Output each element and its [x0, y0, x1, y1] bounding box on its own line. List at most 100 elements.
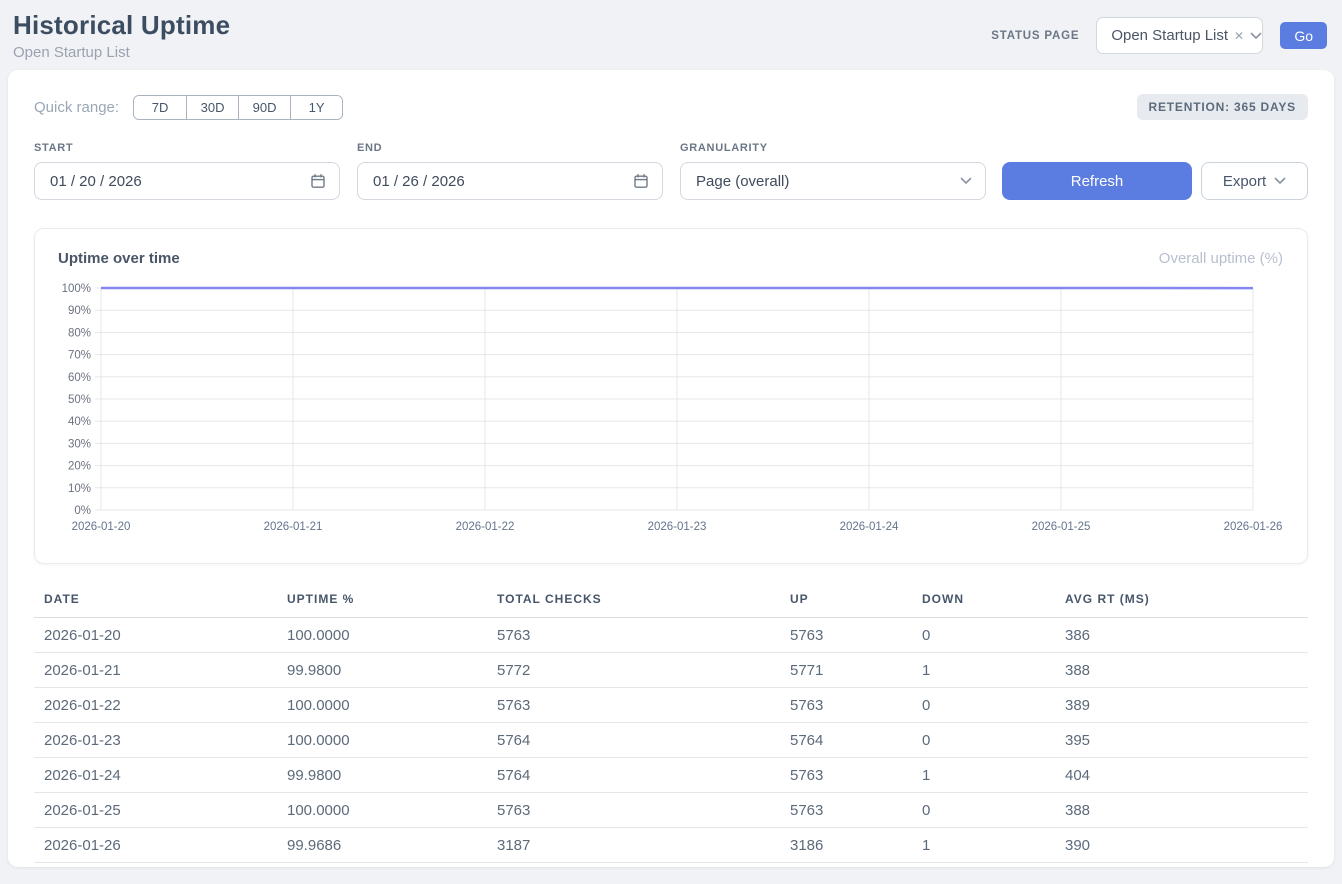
table-row: 2026-01-2499.9800576457631404 [34, 758, 1308, 793]
column-header: TOTAL CHECKS [487, 586, 780, 618]
main-panel: Quick range: 7D30D90D1Y RETENTION: 365 D… [8, 70, 1334, 867]
table-row: 2026-01-25100.0000576357630388 [34, 793, 1308, 828]
column-header: UP [780, 586, 912, 618]
table-cell: 2026-01-21 [34, 653, 277, 688]
table-cell: 2026-01-24 [34, 758, 277, 793]
table-cell: 5763 [780, 688, 912, 723]
column-header: DOWN [912, 586, 1055, 618]
table-cell: 1 [912, 758, 1055, 793]
chevron-down-icon [1250, 32, 1262, 40]
table-cell: 1 [912, 828, 1055, 863]
quick-range-7d[interactable]: 7D [134, 96, 186, 119]
column-header: UPTIME % [277, 586, 487, 618]
quick-range-90d[interactable]: 90D [238, 96, 290, 119]
export-button-label: Export [1223, 173, 1266, 190]
table-cell: 5763 [780, 758, 912, 793]
table-header-row: DATEUPTIME %TOTAL CHECKSUPDOWNAVG RT (MS… [34, 586, 1308, 618]
clear-selection-icon[interactable]: ✕ [1234, 30, 1244, 42]
chevron-down-icon [960, 177, 972, 185]
table-cell: 5763 [487, 793, 780, 828]
table-cell: 3187 [487, 828, 780, 863]
table-cell: 5763 [780, 618, 912, 653]
y-axis-tick-label: 60% [68, 372, 91, 384]
status-page-value: Open Startup List [1111, 27, 1228, 44]
quick-range-30d[interactable]: 30D [186, 96, 238, 119]
x-axis-tick-label: 2026-01-21 [264, 521, 323, 533]
start-date-input[interactable]: 01 / 20 / 2026 [34, 162, 340, 200]
table-cell: 2026-01-20 [34, 618, 277, 653]
quick-range-group: 7D30D90D1Y [133, 95, 343, 120]
table-cell: 404 [1055, 758, 1308, 793]
page-title: Historical Uptime [13, 10, 230, 41]
table-cell: 100.0000 [277, 618, 487, 653]
chevron-down-icon [1274, 177, 1286, 185]
table-cell: 1 [912, 653, 1055, 688]
end-date-value: 01 / 26 / 2026 [373, 173, 465, 190]
granularity-select[interactable]: Page (overall) [680, 162, 986, 200]
table-cell: 2026-01-23 [34, 723, 277, 758]
go-button[interactable]: Go [1280, 22, 1327, 49]
start-label: START [34, 142, 340, 154]
table-cell: 100.0000 [277, 793, 487, 828]
table-cell: 2026-01-25 [34, 793, 277, 828]
y-axis-tick-label: 50% [68, 394, 91, 406]
table-row: 2026-01-22100.0000576357630389 [34, 688, 1308, 723]
table-cell: 100.0000 [277, 723, 487, 758]
table-cell: 99.9686 [277, 828, 487, 863]
granularity-label: GRANULARITY [680, 142, 986, 154]
table-cell: 388 [1055, 793, 1308, 828]
x-axis-tick-label: 2026-01-25 [1032, 521, 1091, 533]
table-cell: 5771 [780, 653, 912, 688]
chart-legend: Overall uptime (%) [1159, 250, 1283, 267]
uptime-table: DATEUPTIME %TOTAL CHECKSUPDOWNAVG RT (MS… [34, 586, 1308, 863]
table-cell: 389 [1055, 688, 1308, 723]
y-axis-tick-label: 30% [68, 438, 91, 450]
table-cell: 100.0000 [277, 688, 487, 723]
retention-badge: RETENTION: 365 DAYS [1137, 94, 1308, 120]
uptime-chart-svg: 0%10%20%30%40%50%60%70%80%90%100%2026-01… [35, 278, 1307, 540]
y-axis-tick-label: 100% [62, 283, 91, 295]
y-axis-tick-label: 10% [68, 483, 91, 495]
table-cell: 5772 [487, 653, 780, 688]
x-axis-tick-label: 2026-01-20 [72, 521, 131, 533]
table-cell: 2026-01-26 [34, 828, 277, 863]
granularity-value: Page (overall) [696, 173, 789, 190]
status-page-select[interactable]: Open Startup List ✕ [1096, 17, 1263, 54]
y-axis-tick-label: 0% [74, 505, 91, 517]
table-cell: 2026-01-22 [34, 688, 277, 723]
table-cell: 5763 [780, 793, 912, 828]
end-date-input[interactable]: 01 / 26 / 2026 [357, 162, 663, 200]
calendar-icon[interactable] [310, 173, 326, 189]
table-cell: 0 [912, 723, 1055, 758]
y-axis-tick-label: 40% [68, 416, 91, 428]
y-axis-tick-label: 70% [68, 350, 91, 362]
end-label: END [357, 142, 663, 154]
table-row: 2026-01-23100.0000576457640395 [34, 723, 1308, 758]
uptime-chart-card: Uptime over time Overall uptime (%) 0%10… [34, 228, 1308, 564]
table-cell: 0 [912, 618, 1055, 653]
table-cell: 99.9800 [277, 758, 487, 793]
quick-range-1y[interactable]: 1Y [290, 96, 342, 119]
calendar-icon[interactable] [633, 173, 649, 189]
table-cell: 3186 [780, 828, 912, 863]
table-cell: 388 [1055, 653, 1308, 688]
y-axis-tick-label: 90% [68, 305, 91, 317]
table-cell: 386 [1055, 618, 1308, 653]
table-cell: 395 [1055, 723, 1308, 758]
table-cell: 5764 [487, 758, 780, 793]
start-date-value: 01 / 20 / 2026 [50, 173, 142, 190]
refresh-button[interactable]: Refresh [1002, 162, 1192, 200]
page-subtitle: Open Startup List [13, 44, 230, 61]
x-axis-tick-label: 2026-01-26 [1224, 521, 1283, 533]
x-axis-tick-label: 2026-01-22 [456, 521, 515, 533]
x-axis-tick-label: 2026-01-23 [648, 521, 707, 533]
table-cell: 0 [912, 688, 1055, 723]
export-button[interactable]: Export [1201, 162, 1308, 200]
page-header: Historical Uptime Open Startup List STAT… [0, 0, 1342, 70]
table-cell: 5763 [487, 618, 780, 653]
x-axis-tick-label: 2026-01-24 [840, 521, 899, 533]
table-cell: 5764 [780, 723, 912, 758]
table-body: 2026-01-20100.00005763576303862026-01-21… [34, 618, 1308, 863]
table-cell: 5764 [487, 723, 780, 758]
column-header: DATE [34, 586, 277, 618]
